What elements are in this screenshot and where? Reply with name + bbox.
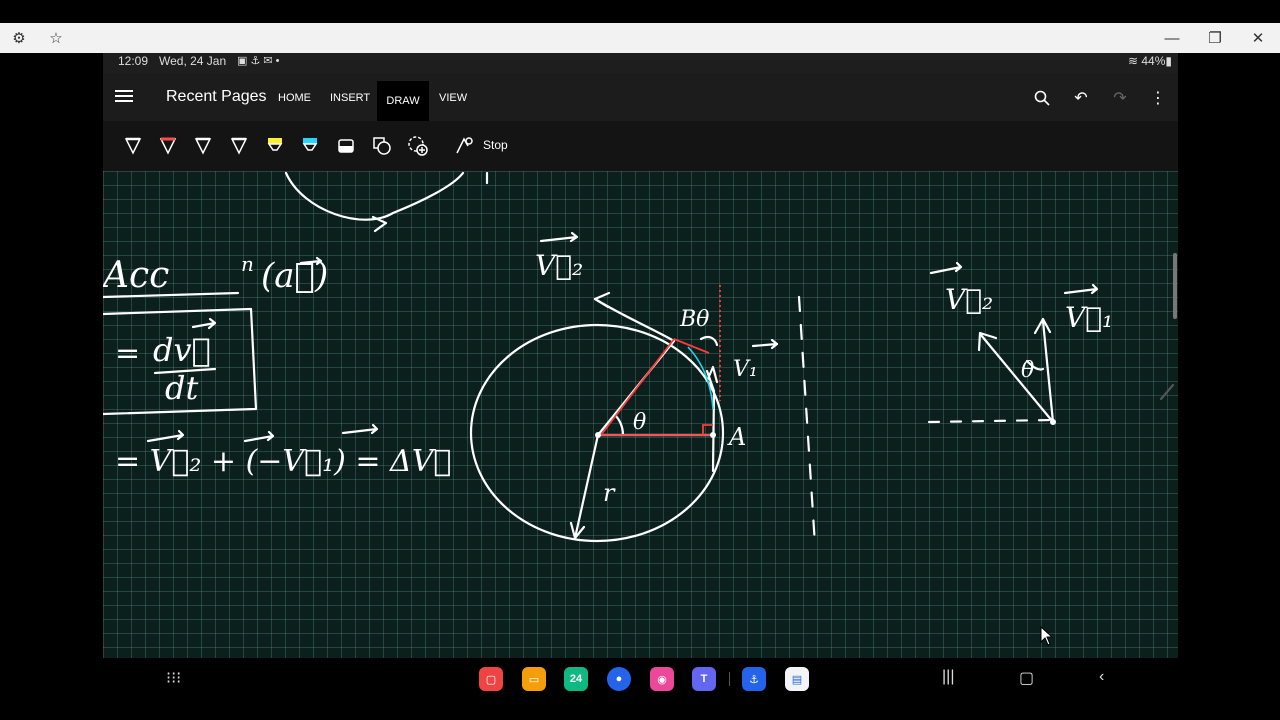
v2-left-arrow	[146, 429, 185, 443]
highlighter-yellow-icon[interactable]	[264, 135, 286, 157]
tab-draw[interactable]: DRAW	[377, 81, 429, 121]
recent-apps-icon[interactable]: |||	[942, 668, 954, 686]
tab-home[interactable]: HOME	[278, 92, 311, 104]
right-origin-point	[1050, 419, 1056, 425]
folder-app-icon[interactable]: ▭	[522, 667, 546, 691]
r-label: r	[603, 479, 616, 507]
theta-arc	[613, 413, 625, 437]
link-app-icon[interactable]: ⚓	[742, 667, 766, 691]
formula-den: dt	[165, 369, 198, 407]
v1-mid-arrow	[751, 338, 779, 350]
dashed-vertical-line	[797, 295, 817, 547]
gear-icon[interactable]: ⚙	[4, 23, 34, 53]
page-title[interactable]: Recent Pages	[166, 88, 267, 106]
calendar-day: 24	[569, 673, 583, 685]
status-date: Wed, 24 Jan	[159, 54, 227, 68]
v1-right-label: V⃗₁	[1065, 301, 1113, 334]
pen-icon[interactable]	[192, 135, 214, 157]
accel-paren: (a⃗)	[261, 256, 328, 296]
theta-right-label: θ	[1021, 358, 1034, 383]
app-red-icon[interactable]: ▢	[479, 667, 503, 691]
mouse-cursor-icon	[1040, 626, 1054, 646]
battery-level: 44%	[1141, 54, 1166, 68]
pen-cursor-trace	[1159, 383, 1175, 401]
stop-button[interactable]: Stop	[483, 138, 508, 152]
taskbar-divider	[729, 672, 730, 686]
status-bar: 12:09 Wed, 24 Jan ▣ ⚓ ✉ • ≋ 44%▮	[103, 53, 1178, 73]
formula-eq: =	[115, 336, 140, 371]
wifi-icon: ≋	[1127, 54, 1139, 68]
home-icon[interactable]: ▢	[1019, 668, 1034, 688]
radius-down	[573, 433, 600, 540]
app-drawer-icon[interactable]: ⁝⁝⁝	[166, 668, 181, 688]
sum-expression: = V⃗₂ + (−V⃗₁) = ΔV⃗	[115, 444, 451, 479]
redo-icon[interactable]: ↷	[1109, 87, 1131, 109]
vector-v2-right	[979, 333, 1055, 424]
star-icon[interactable]: ☆	[41, 23, 71, 53]
A-label: A	[727, 423, 746, 451]
accel-sup: n	[241, 252, 254, 276]
close-icon[interactable]: ✕	[1243, 23, 1273, 53]
tab-insert[interactable]: INSERT	[330, 92, 370, 104]
v1-right-arrow	[1063, 283, 1099, 295]
angle-arc-top	[699, 335, 719, 347]
shapes-icon[interactable]	[371, 135, 393, 157]
android-taskbar: ⁝⁝⁝ ▢ ▭ 24 ● ◉ T ⚓ ▤ ||| ▢ ‹	[0, 658, 1280, 700]
more-options-icon[interactable]: ⋮	[1147, 87, 1169, 109]
notification-icons: ▣ ⚓ ✉ •	[237, 55, 280, 67]
status-time: 12:09	[118, 54, 149, 68]
ink-to-shape-icon[interactable]	[453, 135, 475, 157]
vector-v1-right	[1041, 319, 1055, 424]
handwritten-ink-layer: Acc n (a⃗) = dv⃗ dt = V⃗₂ + (−V⃗₁) = ΔV⃗…	[103, 171, 1175, 547]
camera-app-icon[interactable]: ◉	[650, 667, 674, 691]
deltav-arrow	[341, 423, 379, 435]
menu-icon[interactable]	[115, 87, 133, 105]
v2-mid-arrow	[539, 231, 579, 243]
v2-mid-label: V⃗₂	[535, 249, 583, 282]
search-icon[interactable]	[1031, 87, 1053, 109]
center-point	[595, 432, 601, 438]
tablet-screen: 12:09 Wed, 24 Jan ▣ ⚓ ✉ • ≋ 44%▮ Recent …	[103, 53, 1178, 658]
app-bar: Recent Pages HOME INSERT DRAW VIEW ↶ ↷ ⋮	[103, 73, 1178, 121]
dv-arrow	[191, 317, 217, 330]
restore-icon[interactable]: ❐	[1200, 23, 1230, 53]
lasso-add-icon[interactable]	[407, 135, 429, 157]
pen-icon-2[interactable]	[228, 135, 250, 157]
draw-toolbar: Stop	[103, 121, 1178, 171]
tab-view[interactable]: VIEW	[439, 92, 467, 104]
v1-mid-label: V₁	[733, 357, 758, 382]
eraser-icon[interactable]	[335, 135, 357, 157]
back-icon[interactable]: ‹	[1099, 668, 1104, 686]
top-arc-arrow	[371, 215, 388, 233]
v2-right-label: V⃗₂	[945, 283, 993, 316]
tab-draw-label: DRAW	[386, 95, 420, 107]
accel-heading: Acc	[103, 255, 169, 296]
pen-white-icon[interactable]	[122, 135, 144, 157]
vertical-scrollbar[interactable]	[1173, 253, 1177, 319]
pen-red-icon[interactable]	[157, 135, 179, 157]
window-title-bar: ⚙ ☆ — ❐ ✕	[0, 23, 1280, 53]
calendar-app-icon[interactable]: 24	[564, 667, 588, 691]
theta-label: θ	[633, 410, 646, 435]
btheta-label: Bθ	[679, 307, 709, 332]
chat-app-icon[interactable]: ▤	[785, 667, 809, 691]
top-arc-stroke	[284, 171, 465, 221]
minimize-icon[interactable]: —	[1157, 23, 1187, 53]
formula-num: dv⃗	[153, 331, 211, 369]
highlighter-cyan-icon[interactable]	[299, 135, 321, 157]
v2-right-arrow	[929, 261, 963, 275]
baseline-dashed	[927, 418, 1055, 424]
v1-left-arrow	[243, 430, 275, 443]
notebook-canvas[interactable]: Acc n (a⃗) = dv⃗ dt = V⃗₂ + (−V⃗₁) = ΔV⃗…	[103, 171, 1178, 658]
point-A	[710, 432, 716, 438]
undo-icon[interactable]: ↶	[1070, 87, 1092, 109]
battery-indicator: ≋ 44%▮	[1127, 54, 1172, 68]
messages-app-icon[interactable]: ●	[607, 667, 631, 691]
teams-app-icon[interactable]: T	[692, 667, 716, 691]
